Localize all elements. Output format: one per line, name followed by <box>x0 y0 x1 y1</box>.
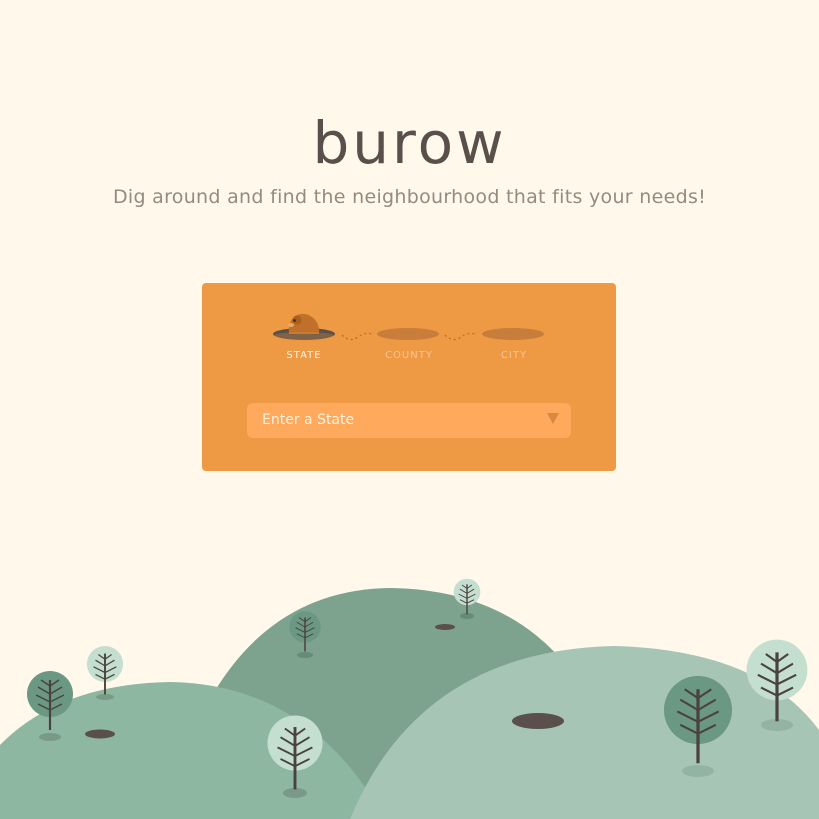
logo: burow <box>312 109 507 177</box>
tagline: Dig around and find the neighbourhood th… <box>112 186 707 208</box>
burrow-hole-icon <box>512 713 564 729</box>
step-label-city[interactable]: CITY <box>474 350 554 361</box>
step-city-icon[interactable] <box>482 328 544 340</box>
state-select-placeholder: Enter a State <box>262 412 355 428</box>
landscape-illustration <box>0 578 819 819</box>
chevron-down-icon[interactable] <box>547 413 559 424</box>
burrow-hole-icon <box>435 624 455 630</box>
step-connector <box>341 332 375 341</box>
burrow-hole-icon <box>85 729 115 739</box>
step-label-county[interactable]: COUNTY <box>369 350 449 361</box>
state-select[interactable]: Enter a State <box>247 403 571 438</box>
step-state-icon[interactable] <box>273 313 335 340</box>
location-search-card: STATE COUNTY CITY Enter a State <box>202 283 616 471</box>
gopher-icon <box>288 313 320 334</box>
step-county-icon[interactable] <box>377 328 439 340</box>
step-label-state[interactable]: STATE <box>264 350 344 361</box>
step-connector <box>444 332 478 341</box>
step-progress-graphic <box>273 313 544 341</box>
